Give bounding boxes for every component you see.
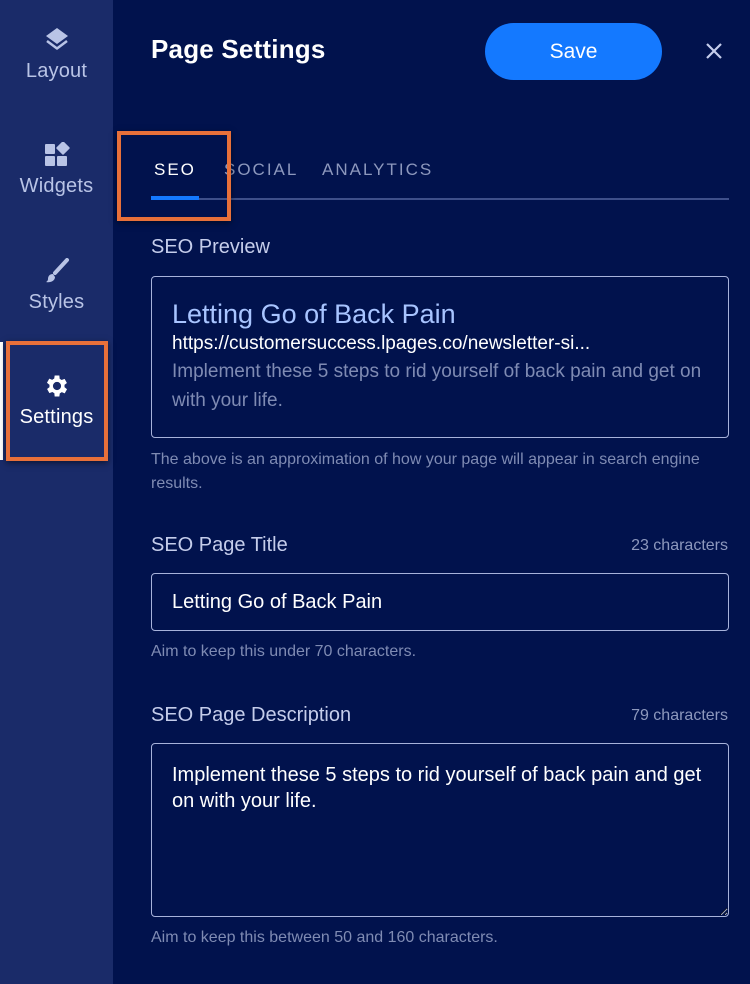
sidebar-item-settings[interactable]: Settings — [0, 372, 113, 429]
preview-url: https://customersuccess.lpages.co/newsle… — [172, 333, 591, 354]
widgets-icon — [43, 141, 71, 169]
tab-seo[interactable]: SEO — [154, 160, 196, 180]
tab-analytics[interactable]: ANALYTICS — [322, 160, 433, 180]
seo-preview-helper: The above is an approximation of how you… — [151, 451, 700, 492]
close-button[interactable] — [699, 36, 729, 66]
page-title: Page Settings — [151, 34, 326, 64]
sidebar-item-label: Styles — [28, 291, 85, 313]
brush-icon — [43, 257, 71, 285]
seo-preview-label: SEO Preview — [151, 236, 270, 258]
tab-social[interactable]: SOCIAL — [224, 160, 298, 180]
sidebar-item-label: Settings — [19, 406, 94, 428]
seo-title-input[interactable] — [151, 573, 729, 631]
app: Layout Widgets Styles Settings Page Sett… — [0, 0, 750, 984]
tab-bar: SEO SOCIAL ANALYTICS — [151, 150, 729, 200]
preview-title: Letting Go of Back Pain — [172, 299, 456, 329]
seo-title-char-count: 23 characters — [631, 537, 728, 554]
seo-description-textarea[interactable]: Implement these 5 steps to rid yourself … — [151, 743, 729, 917]
sidebar-item-label: Layout — [25, 60, 88, 82]
preview-description: Implement these 5 steps to rid yourself … — [172, 361, 702, 411]
sidebar-item-widgets[interactable]: Widgets — [0, 141, 113, 198]
sidebar: Layout Widgets Styles Settings — [0, 0, 113, 984]
page-settings-panel: Page Settings Save SEO SOCIAL ANALYTICS … — [113, 0, 750, 984]
sidebar-item-label: Widgets — [19, 175, 94, 197]
seo-description-helper: Aim to keep this between 50 and 160 char… — [151, 929, 498, 946]
seo-title-helper: Aim to keep this under 70 characters. — [151, 643, 417, 660]
seo-description-label: SEO Page Description — [151, 704, 352, 726]
sidebar-item-styles[interactable]: Styles — [0, 257, 113, 314]
seo-preview-card: Letting Go of Back Pain https://customer… — [151, 276, 729, 438]
layers-icon — [43, 26, 71, 54]
gear-icon — [43, 372, 71, 400]
active-tab-underline — [151, 196, 199, 200]
tab-divider — [151, 198, 729, 200]
close-icon — [706, 43, 722, 59]
sidebar-item-layout[interactable]: Layout — [0, 26, 113, 83]
save-button[interactable]: Save — [485, 23, 662, 80]
seo-title-label: SEO Page Title — [151, 534, 288, 556]
seo-description-char-count: 79 characters — [631, 707, 728, 724]
